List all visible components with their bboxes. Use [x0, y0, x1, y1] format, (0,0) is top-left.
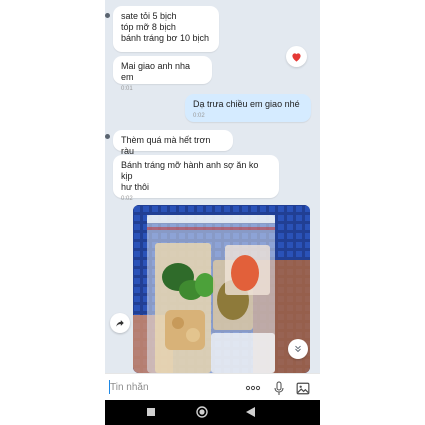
- system-navigation-bar: [105, 400, 320, 425]
- chat-screen: sate tỏi 5 bịch tóp mỡ 8 bịch bánh tráng…: [105, 0, 320, 425]
- photo-message[interactable]: [133, 205, 310, 373]
- scroll-down-button[interactable]: [288, 339, 308, 359]
- more-dots-icon: [245, 385, 261, 391]
- avatar[interactable]: [105, 134, 110, 139]
- home-icon: [196, 406, 208, 418]
- microphone-button[interactable]: [271, 380, 287, 396]
- message-line: hư thôi: [121, 182, 150, 192]
- avatar[interactable]: [105, 13, 110, 18]
- home-button[interactable]: [194, 404, 210, 420]
- message-text: Thèm quá mà hết trơn ràu: [121, 135, 211, 156]
- message-text: Dạ trưa chiều em giao nhé: [193, 99, 300, 109]
- message-bubble-incoming[interactable]: Bánh tráng mỡ hành anh sợ ăn ko kịp hư t…: [113, 155, 279, 202]
- image-icon: [296, 382, 310, 394]
- message-bubble-incoming[interactable]: Mai giao anh nha em 0:01: [113, 56, 212, 92]
- message-line: tóp mỡ 8 bịch: [121, 22, 176, 32]
- more-button[interactable]: [245, 380, 261, 396]
- message-bubble-incoming[interactable]: sate tỏi 5 bịch tóp mỡ 8 bịch bánh tráng…: [113, 6, 219, 52]
- message-line: Bánh tráng mỡ hành anh sợ ăn ko kịp: [121, 160, 259, 181]
- back-icon: [245, 407, 255, 417]
- share-button[interactable]: [110, 313, 130, 333]
- message-composer: [105, 373, 320, 401]
- message-time: 0:01: [121, 86, 133, 92]
- reaction-button[interactable]: [286, 46, 307, 67]
- message-bubble-incoming[interactable]: Thèm quá mà hết trơn ràu: [113, 130, 233, 156]
- gallery-button[interactable]: [295, 380, 311, 396]
- recents-icon: [147, 408, 155, 416]
- message-time: 0:02: [121, 196, 133, 202]
- message-text: Mai giao anh nha em: [121, 61, 191, 82]
- back-button[interactable]: [242, 404, 258, 420]
- photo-icon: [133, 205, 310, 373]
- message-line: sate tỏi 5 bịch: [121, 11, 177, 21]
- share-icon: [116, 320, 124, 327]
- recents-button[interactable]: [143, 404, 159, 420]
- message-input[interactable]: [110, 380, 230, 395]
- message-line: bánh tráng bơ 10 bịch: [121, 33, 209, 43]
- microphone-icon: [274, 381, 284, 395]
- double-chevron-down-icon: [295, 345, 301, 353]
- message-bubble-outgoing[interactable]: Dạ trưa chiều em giao nhé 0:02: [185, 94, 311, 122]
- message-time: 0:02: [193, 113, 205, 119]
- heart-icon: [292, 52, 301, 62]
